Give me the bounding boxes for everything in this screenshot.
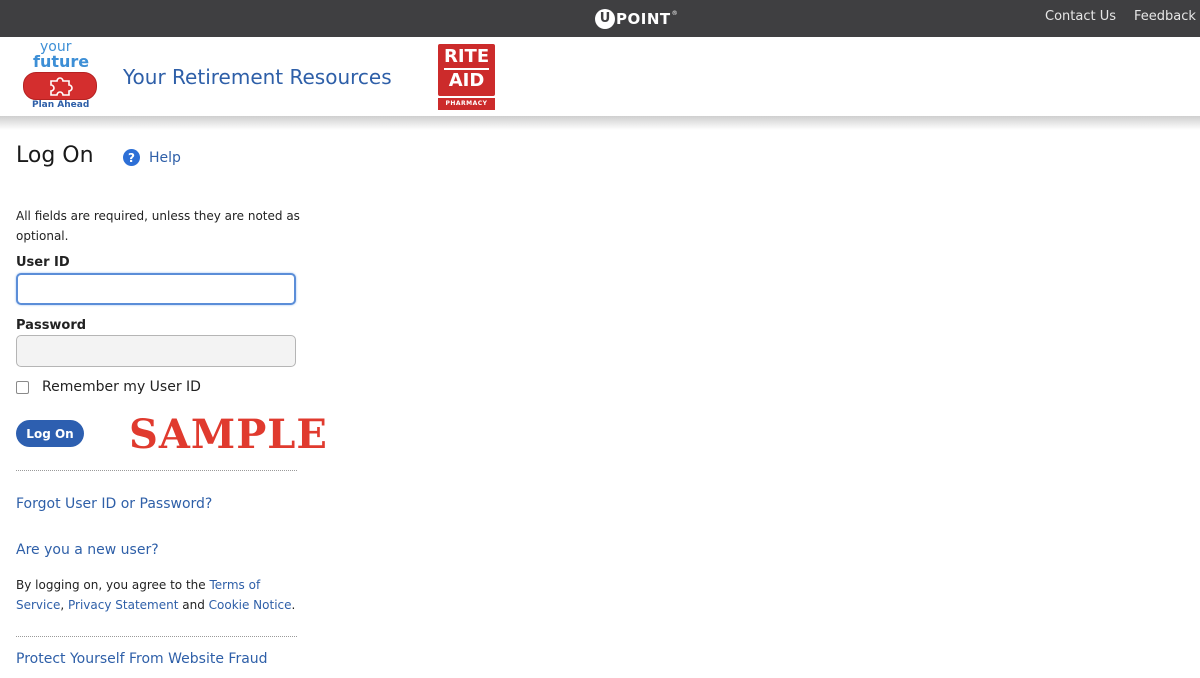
puzzle-icon <box>50 77 73 96</box>
new-user-link[interactable]: Are you a new user? <box>16 542 159 558</box>
your-future-logo-plan-ahead: Plan Ahead <box>32 100 90 110</box>
rite-aid-line2: AID <box>448 70 485 91</box>
website-fraud-link[interactable]: Protect Yourself From Website Fraud <box>16 651 268 667</box>
site-title: Your Retirement Resources <box>123 65 392 89</box>
your-future-pill <box>23 72 97 100</box>
privacy-statement-link[interactable]: Privacy Statement <box>68 598 178 612</box>
remember-user-id-label: Remember my User ID <box>42 379 201 395</box>
rite-aid-logo: RITE AID PHARMACY <box>438 44 495 110</box>
agree-end: . <box>291 598 296 612</box>
question-circle-icon: ? <box>123 149 140 166</box>
password-input[interactable] <box>16 335 296 367</box>
feedback-link[interactable]: Feedback <box>1134 9 1196 24</box>
terms-agreement-text: By logging on, you agree to the Terms of… <box>16 575 306 615</box>
remember-user-id-row: Remember my User ID <box>16 379 201 395</box>
forgot-credentials-link[interactable]: Forgot User ID or Password? <box>16 496 212 512</box>
cookie-notice-link[interactable]: Cookie Notice <box>209 598 292 612</box>
help-label: Help <box>149 149 181 166</box>
divider <box>16 470 297 471</box>
remember-user-id-checkbox[interactable] <box>16 380 29 394</box>
header-shadow <box>0 116 1200 130</box>
agree-and: and <box>178 598 209 612</box>
upoint-wordmark: POINT <box>616 9 671 28</box>
sample-watermark: SAMPLE <box>129 411 328 458</box>
top-bar: U POINT ® Contact Us Feedback <box>0 0 1200 37</box>
user-id-input[interactable] <box>16 273 296 305</box>
log-on-button[interactable]: Log On <box>16 420 84 447</box>
rite-aid-box: RITE AID <box>438 44 495 96</box>
page-title: Log On <box>16 143 94 168</box>
upoint-logo: U POINT ® <box>595 8 678 29</box>
your-future-logo-future: future <box>33 52 90 71</box>
contact-us-link[interactable]: Contact Us <box>1045 9 1116 24</box>
rite-aid-line1: RITE <box>444 46 489 70</box>
upoint-u-icon: U <box>595 8 615 29</box>
form-instructions: All fields are required, unless they are… <box>16 209 300 243</box>
password-label: Password <box>16 318 87 333</box>
upoint-trademark: ® <box>671 10 678 17</box>
agree-separator: , <box>60 598 68 612</box>
user-id-label: User ID <box>16 255 70 270</box>
rite-aid-pharmacy: PHARMACY <box>438 98 495 110</box>
divider <box>16 636 297 637</box>
help-link[interactable]: ? Help <box>123 149 181 166</box>
agree-prefix: By logging on, you agree to the <box>16 578 210 592</box>
